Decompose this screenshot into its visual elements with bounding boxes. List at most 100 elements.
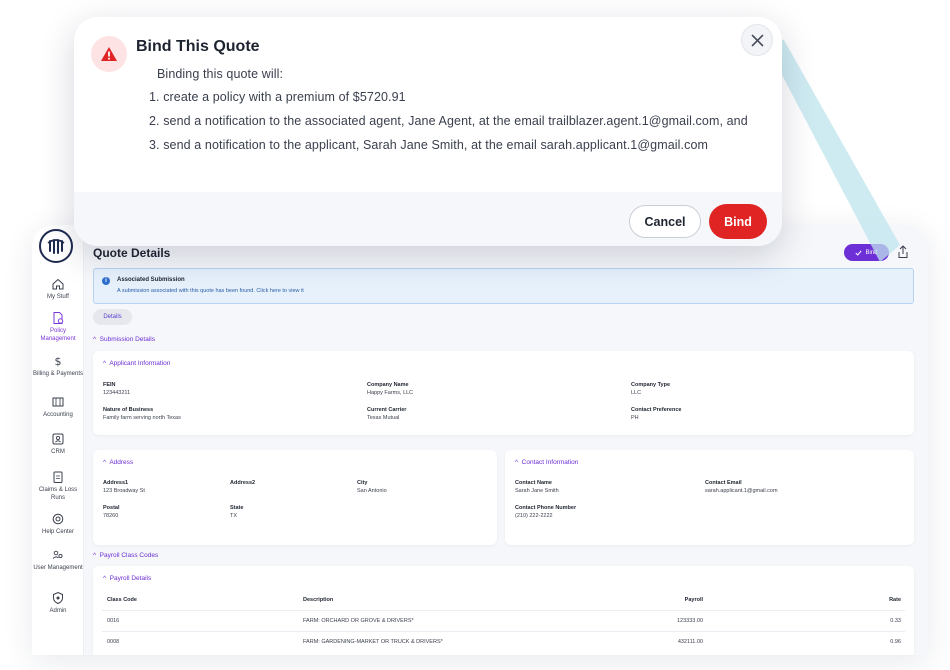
field-label: Company Type: [631, 382, 671, 388]
field-label: Contact Email: [705, 480, 742, 486]
app-logo[interactable]: [39, 229, 73, 263]
contact-phone-value: (210) 222-2222: [515, 513, 553, 519]
section-title: Payroll Class Codes: [99, 552, 159, 559]
bind-button[interactable]: Bind: [709, 204, 767, 239]
users-icon: [52, 550, 63, 559]
contact-information-toggle[interactable]: ^ Contact Information: [515, 459, 578, 466]
field-label: Nature of Business: [103, 407, 154, 413]
payroll-details-toggle[interactable]: ^ Payroll Details: [103, 575, 151, 582]
applicant-information-card: ^ Applicant Information FEIN 123443211 C…: [93, 351, 914, 435]
sidebar-item-label: Claims & Loss Runs: [38, 487, 78, 501]
field-label: Contact Phone Number: [515, 505, 577, 511]
home-icon: [52, 278, 64, 290]
field-label: Current Carrier: [367, 407, 407, 413]
sidebar-item-claims[interactable]: Claims & Loss Runs: [32, 470, 84, 502]
field-label: Contact Name: [515, 480, 552, 486]
rate-cell: 0.96: [890, 639, 901, 645]
close-button[interactable]: [741, 24, 773, 56]
card-title: Payroll Details: [109, 575, 152, 582]
field-label: Company Name: [367, 382, 409, 388]
sidebar-item-crm[interactable]: CRM: [32, 432, 84, 457]
card-title: Contact Information: [521, 459, 579, 466]
main-content: Quote Details Bind i Associated Submissi…: [84, 225, 928, 655]
postal-value: 78260: [103, 513, 119, 519]
bind-quote-label: Bind: [865, 249, 878, 256]
contact-information-card: ^ Contact Information Contact Name Sarah…: [505, 450, 914, 545]
contact-email-value: sarah.applicant.1@gmail.com: [705, 488, 778, 494]
address-card: ^ Address Address1 123 Broadway St Addre…: [93, 450, 497, 545]
company-name-value: Happy Farms, LLC: [367, 390, 414, 396]
document-gear-icon: [53, 312, 64, 324]
close-icon: [751, 34, 763, 46]
sidebar-item-label: Billing & Payments: [32, 371, 84, 377]
bind-quote-button[interactable]: Bind: [844, 244, 889, 261]
field-label: State: [230, 505, 244, 511]
row-divider: [102, 631, 905, 632]
banner-title: Associated Submission: [117, 277, 185, 283]
payroll-cell: 432111.00: [677, 639, 703, 645]
current-carrier-value: Texas Mutual: [367, 415, 400, 421]
field-label: Contact Preference: [631, 407, 682, 413]
cancel-button[interactable]: Cancel: [629, 205, 701, 238]
dialog-item: 3. send a notification to the applicant,…: [149, 138, 709, 152]
dialog-title: Bind This Quote: [136, 38, 260, 55]
sidebar-item-my-stuff[interactable]: My Stuff: [32, 277, 84, 302]
payroll-class-codes-toggle[interactable]: ^ Payroll Class Codes: [93, 552, 158, 559]
share-icon[interactable]: [897, 245, 909, 259]
section-title: Submission Details: [99, 336, 155, 343]
bind-quote-dialog: Bind This Quote Binding this quote will:…: [74, 17, 782, 246]
field-label: Postal: [103, 505, 120, 511]
svg-text:$: $: [55, 355, 62, 368]
submission-details-toggle[interactable]: ^ Submission Details: [93, 336, 155, 343]
dialog-item: 1. create a policy with a premium of $57…: [149, 90, 406, 104]
info-icon: i: [102, 277, 110, 285]
company-type-value: LLC: [631, 390, 642, 396]
page-title: Quote Details: [93, 246, 171, 260]
description-cell: FARM: ORCHARD OR GROVE & DRIVERS*: [303, 618, 414, 624]
sidebar-item-label: Accounting: [43, 412, 73, 418]
column-header-rate: Rate: [889, 597, 901, 603]
sidebar-item-accounting[interactable]: Accounting: [32, 395, 84, 420]
sidebar-item-label: CRM: [51, 449, 65, 455]
fein-value: 123443211: [103, 390, 131, 396]
applicant-information-toggle[interactable]: ^ Applicant Information: [103, 360, 170, 367]
field-label: City: [357, 480, 368, 486]
sidebar-item-admin[interactable]: Admin: [32, 591, 84, 616]
tab-details[interactable]: Details: [93, 309, 132, 325]
sidebar-item-policy-management[interactable]: Policy Management: [32, 311, 84, 343]
sidebar-item-label: User Management: [33, 565, 83, 571]
city-value: San Antonio: [357, 488, 387, 494]
field-label: Address2: [230, 480, 256, 486]
sidebar-item-user-management[interactable]: User Management: [32, 548, 84, 573]
address-toggle[interactable]: ^ Address: [103, 459, 133, 466]
contact-card-icon: [52, 433, 64, 445]
ledger-icon: [52, 397, 64, 407]
nature-of-business-value: Family farm serving north Texas: [103, 415, 181, 421]
dollar-icon: $: [55, 355, 62, 368]
dialog-footer: Cancel Bind: [74, 192, 782, 246]
payroll-details-card: ^ Payroll Details Class Code Description…: [93, 566, 914, 655]
sidebar: My Stuff Policy Management $ Billing & P…: [32, 225, 84, 655]
sidebar-item-label: My Stuff: [47, 294, 69, 300]
shield-gear-icon: [53, 591, 63, 605]
sidebar-item-label: Help Center: [41, 529, 74, 535]
field-label: Address1: [103, 480, 129, 486]
class-code-cell: 0008: [107, 639, 120, 645]
column-header-class-code: Class Code: [107, 597, 137, 603]
dialog-intro: Binding this quote will:: [157, 67, 284, 81]
column-header-payroll: Payroll: [684, 597, 703, 603]
dialog-item: 2. send a notification to the associated…: [149, 114, 748, 128]
card-title: Address: [109, 459, 134, 466]
associated-submission-banner[interactable]: i Associated Submission A submission ass…: [93, 268, 914, 304]
lifebuoy-icon: [52, 513, 64, 525]
sidebar-item-billing[interactable]: $ Billing & Payments: [32, 354, 84, 379]
address1-value: 123 Broadway St: [103, 488, 145, 494]
banner-link-text[interactable]: A submission associated with this quote …: [117, 288, 304, 294]
state-value: TX: [230, 513, 238, 519]
sidebar-item-help-center[interactable]: Help Center: [32, 512, 84, 537]
contact-preference-value: PH: [631, 415, 639, 421]
app-window: My Stuff Policy Management $ Billing & P…: [32, 225, 928, 655]
payroll-cell: 123333.00: [677, 618, 703, 624]
description-cell: FARM: GARDENING-MARKET OR TRUCK & DRIVER…: [303, 639, 443, 645]
warning-triangle-icon: [91, 36, 127, 72]
